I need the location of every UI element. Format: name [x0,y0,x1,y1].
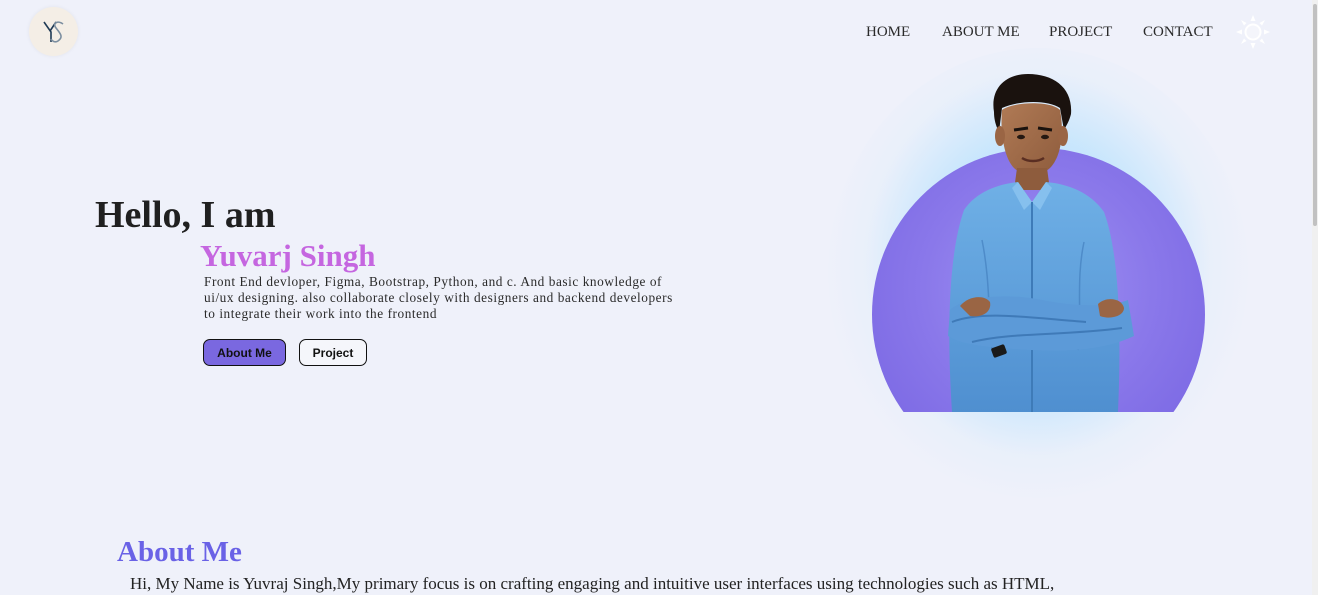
about-me-button[interactable]: About Me [203,339,286,366]
nav-project[interactable]: PROJECT [1049,24,1112,40]
nav-about-me[interactable]: ABOUT ME [942,24,1020,40]
hero-name: Yuvarj Singh [200,238,376,273]
profile-photo [872,60,1205,412]
nav-contact[interactable]: CONTACT [1143,24,1213,40]
hero-greeting: Hello, I am [95,194,276,236]
person-illustration [948,74,1134,412]
sun-icon [1236,15,1270,49]
about-section-text: Hi, My Name is Yuvraj Singh,My primary f… [130,574,1055,593]
nav-home[interactable]: HOME [866,24,910,40]
hero-description: Front End devloper, Figma, Bootstrap, Py… [204,274,673,321]
main-nav: HOME ABOUT ME PROJECT CONTACT [0,24,1318,42]
theme-toggle-button[interactable] [1236,15,1270,49]
about-section-title: About Me [117,536,242,568]
scrollbar-thumb[interactable] [1313,4,1317,226]
portfolio-page: HOME ABOUT ME PROJECT CONTACT Hello, I a… [0,0,1318,595]
project-button[interactable]: Project [299,339,367,366]
